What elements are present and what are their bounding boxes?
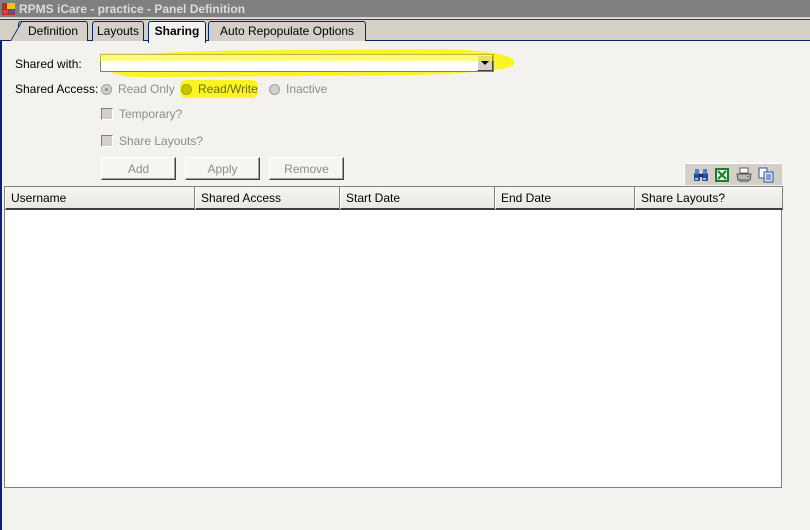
remove-button[interactable]: Remove: [269, 157, 344, 180]
radio-read-only[interactable]: Read Only: [101, 82, 175, 96]
grid-header: Username Shared Access Start Date End Da…: [5, 186, 783, 210]
checkbox-box: [101, 108, 113, 120]
excel-export-icon[interactable]: [714, 167, 730, 183]
column-header-shared-access[interactable]: Shared Access: [195, 187, 340, 210]
temporary-checkbox[interactable]: Temporary?: [101, 107, 182, 121]
radio-read-write[interactable]: Read/Write: [181, 82, 258, 96]
dropdown-arrow-icon[interactable]: [477, 55, 493, 71]
column-header-username[interactable]: Username: [5, 187, 195, 210]
copy-icon[interactable]: [758, 167, 774, 183]
binoculars-find-icon[interactable]: [693, 167, 709, 183]
tab-auto-repopulate-options[interactable]: Auto Repopulate Options: [208, 21, 366, 42]
shared-access-label: Shared Access:: [15, 82, 99, 96]
printer-icon[interactable]: [736, 167, 752, 183]
column-header-share-layouts[interactable]: Share Layouts?: [635, 187, 783, 210]
grid-body-empty: [5, 210, 781, 487]
tab-strip: Definition Layouts Sharing Auto Repopula…: [0, 19, 810, 43]
radio-dot: [269, 83, 280, 95]
radio-inactive[interactable]: Inactive: [269, 82, 327, 96]
shared-with-label: Shared with:: [15, 57, 82, 71]
app-window-icon[interactable]: [2, 3, 15, 15]
radio-dot: [101, 83, 112, 95]
add-button[interactable]: Add: [101, 157, 176, 180]
tab-definition[interactable]: Definition: [9, 21, 88, 43]
sharing-grid[interactable]: Username Shared Access Start Date End Da…: [4, 186, 783, 488]
tab-sharing[interactable]: Sharing: [148, 21, 206, 43]
grid-toolbar: [684, 163, 782, 185]
share-layouts-checkbox[interactable]: Share Layouts?: [101, 134, 203, 148]
shared-with-combobox[interactable]: [100, 54, 494, 72]
apply-button[interactable]: Apply: [185, 157, 260, 180]
window-title-bar: RPMS iCare - practice - Panel Definition: [0, 0, 810, 18]
column-header-end-date[interactable]: End Date: [495, 187, 635, 210]
column-header-start-date[interactable]: Start Date: [340, 187, 495, 210]
window-title: RPMS iCare - practice - Panel Definition: [19, 2, 246, 16]
radio-dot: [181, 83, 192, 95]
tab-layouts[interactable]: Layouts: [92, 21, 144, 42]
checkbox-box: [101, 135, 113, 147]
